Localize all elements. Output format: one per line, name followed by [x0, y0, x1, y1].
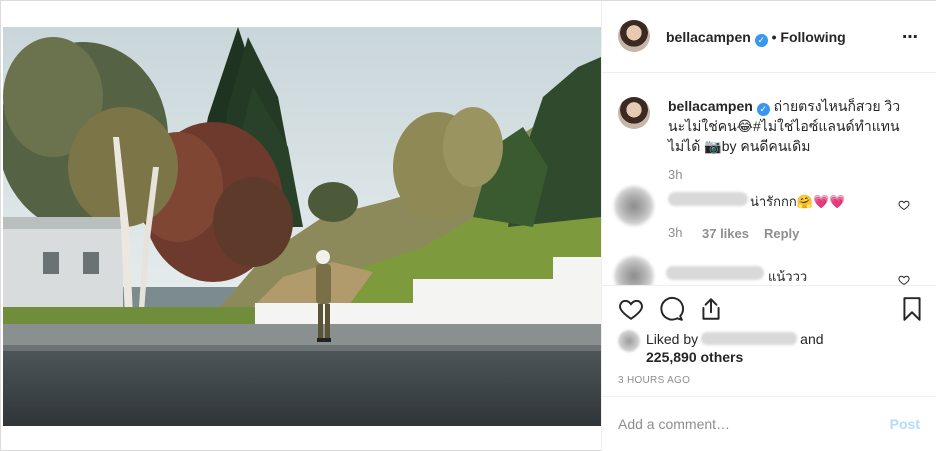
like-comment-heart-icon[interactable]	[898, 199, 910, 211]
post-card: bellacampen ✓ • Following ⋯ bellacampen …	[0, 0, 936, 451]
verified-badge-icon: ✓	[754, 34, 768, 47]
comment-age[interactable]: 3h	[668, 225, 682, 240]
commenter-avatar[interactable]	[614, 186, 654, 226]
post-actions: Liked by and 225,890 others 3 HOURS AGO	[602, 285, 936, 396]
author-avatar[interactable]	[618, 20, 650, 52]
caption-age[interactable]: 3h	[668, 167, 682, 182]
more-options-icon[interactable]: ⋯	[902, 27, 919, 47]
caption-avatar[interactable]	[618, 97, 650, 129]
post-comment-button[interactable]: Post	[890, 416, 920, 432]
liker-avatar[interactable]	[618, 330, 640, 352]
liker-username-redacted[interactable]	[701, 332, 798, 345]
commenter-username-redacted[interactable]	[668, 192, 748, 206]
save-bookmark-icon[interactable]	[899, 296, 925, 322]
verified-badge-icon: ✓	[756, 103, 770, 116]
landscape-photo-image	[3, 27, 601, 426]
likes-count[interactable]: 225,890 others	[646, 349, 743, 365]
liked-by-label: Liked by	[646, 331, 699, 347]
author-line: bellacampen ✓ • Following	[666, 29, 846, 47]
comment-input[interactable]: Add a comment…	[618, 416, 730, 432]
comments-list[interactable]: bellacampen ✓ ถ่ายตรงไหนก็สวย วิวนะไม่ใช…	[602, 74, 936, 285]
post-timestamp[interactable]: 3 HOURS AGO	[618, 375, 690, 386]
like-heart-icon[interactable]	[618, 296, 644, 322]
commenter-avatar[interactable]	[614, 256, 654, 285]
share-icon[interactable]	[698, 296, 724, 322]
comment-text: แน้ววว	[768, 269, 808, 284]
liked-by-and: and	[800, 331, 824, 347]
author-username[interactable]: bellacampen	[666, 29, 751, 45]
separator-dot: •	[771, 29, 777, 45]
caption-username[interactable]: bellacampen	[668, 98, 753, 114]
post-sidebar: bellacampen ✓ • Following ⋯ bellacampen …	[601, 1, 936, 451]
likes-summary: Liked by and 225,890 others	[646, 330, 906, 366]
caption: bellacampen ✓ ถ่ายตรงไหนก็สวย วิวนะไม่ใช…	[668, 96, 908, 156]
reply-button[interactable]: Reply	[764, 226, 799, 241]
following-button[interactable]: Following	[780, 29, 845, 45]
post-photo[interactable]	[3, 27, 601, 426]
add-comment-bar: Add a comment… Post	[602, 396, 936, 451]
comment-bubble-icon[interactable]	[658, 296, 684, 322]
post-header: bellacampen ✓ • Following ⋯	[602, 1, 936, 73]
comment-text: น่ารักกก🤗💗💗	[750, 194, 846, 209]
commenter-username-redacted[interactable]	[666, 266, 764, 280]
comment-likes[interactable]: 37 likes	[702, 226, 749, 241]
like-comment-heart-icon[interactable]	[898, 274, 910, 285]
